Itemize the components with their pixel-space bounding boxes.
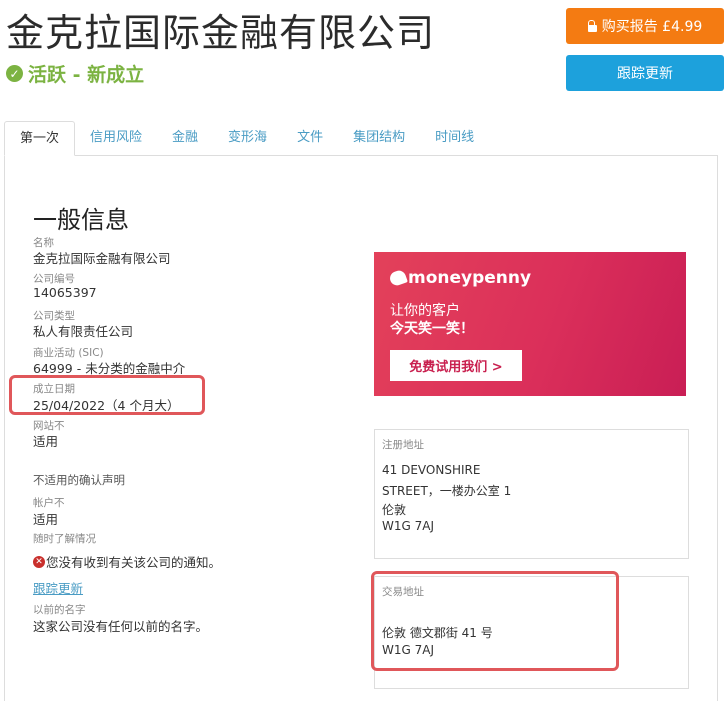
notification-text: 您没有收到有关该公司的通知。	[46, 555, 222, 570]
error-x-icon: ✕	[33, 555, 45, 568]
tab-changes[interactable]: 变形海	[213, 121, 282, 156]
confirmation-statement: 不适用的确认声明	[33, 473, 125, 487]
ad-brand-name: moneypenny	[408, 268, 532, 288]
ad-trial-button[interactable]: 免费试用我们 >	[390, 350, 522, 381]
tab-overview[interactable]: 第一次	[4, 121, 76, 156]
company-name: 金克拉国际金融有限公司	[6, 11, 436, 55]
tab-documents[interactable]: 文件	[282, 121, 338, 156]
accounts-value: 适用	[33, 512, 59, 527]
moneypenny-ad[interactable]: moneypenny 让你的客户 今天笑一笑！ 免费试用我们 >	[374, 252, 686, 396]
check-circle-icon: ✓	[6, 65, 23, 82]
tab-finance[interactable]: 金融	[157, 121, 213, 156]
tab-timeline[interactable]: 时间线	[420, 121, 489, 156]
follow-updates-link[interactable]: 跟踪更新	[33, 578, 83, 597]
company-status: ✓ 活跃 - 新成立	[6, 60, 144, 87]
ad-tagline-1: 让你的客户	[390, 303, 460, 319]
stay-informed-label: 随时了解情况	[33, 533, 96, 545]
tab-bar: 第一次 信用风险 金融 变形海 文件 集团结构 时间线	[4, 121, 489, 156]
ad-brand: moneypenny	[388, 268, 532, 288]
lock-icon	[587, 19, 597, 32]
notification-status: ✕ 您没有收到有关该公司的通知。	[33, 552, 221, 571]
name-value: 金克拉国际金融有限公司	[33, 251, 171, 266]
bird-logo-icon	[388, 268, 408, 288]
website-value: 适用	[33, 434, 59, 449]
ad-tagline-2: 今天笑一笑！	[390, 321, 474, 337]
registered-address-line: 41 DEVONSHIRE	[382, 463, 481, 477]
tab-credit-risk[interactable]: 信用风险	[75, 121, 157, 156]
registered-address-label: 注册地址	[382, 439, 424, 451]
registered-address-line: W1G 7AJ	[382, 519, 434, 533]
company-number-label: 公司编号	[33, 273, 75, 285]
company-number-value: 14065397	[33, 285, 97, 300]
buy-report-label: 购买报告 £4.99	[601, 19, 703, 35]
accounts-label: 帐户不	[33, 497, 65, 509]
registered-address-line: 伦敦	[382, 503, 407, 517]
highlight-incorporation-date	[9, 375, 205, 415]
previous-names-label: 以前的名字	[33, 604, 86, 616]
previous-names-value: 这家公司没有任何以前的名字。	[33, 619, 209, 634]
registered-address-box: 注册地址 41 DEVONSHIRE STREET，一楼办公室 1 伦敦 W1G…	[374, 429, 689, 559]
follow-updates-button[interactable]: 跟踪更新	[566, 55, 724, 91]
status-text: 活跃 - 新成立	[28, 64, 145, 86]
tab-group-structure[interactable]: 集团结构	[338, 121, 420, 156]
section-title: 一般信息	[33, 206, 129, 234]
highlight-trading-address	[371, 571, 619, 671]
company-type-value: 私人有限责任公司	[33, 324, 134, 339]
buy-report-button[interactable]: 购买报告 £4.99	[566, 8, 724, 44]
registered-address-line: STREET，一楼办公室 1	[382, 484, 512, 498]
